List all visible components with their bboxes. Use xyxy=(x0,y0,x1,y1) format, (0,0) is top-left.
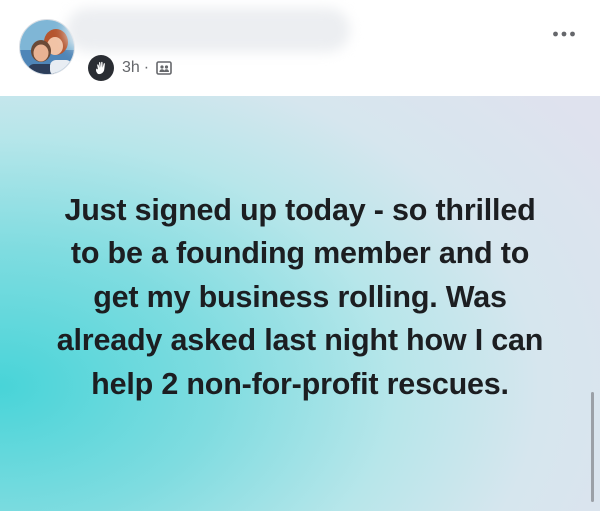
post-header: 3h · xyxy=(0,0,600,96)
author-name-redacted[interactable] xyxy=(66,8,350,52)
post-background-panel: Just signed up today - so thrilled to be… xyxy=(0,96,600,511)
more-options-icon[interactable] xyxy=(550,24,578,44)
post-text: Just signed up today - so thrilled to be… xyxy=(56,192,544,401)
post-meta: 3h · xyxy=(88,55,172,81)
post-time[interactable]: 3h xyxy=(122,55,140,81)
post-card: 3h · Just signed up today - so thrilled xyxy=(0,0,600,511)
scrollbar[interactable] xyxy=(591,392,594,502)
waving-hand-icon xyxy=(88,55,114,81)
group-audience-icon[interactable] xyxy=(155,60,172,77)
meta-separator: · xyxy=(143,59,150,76)
